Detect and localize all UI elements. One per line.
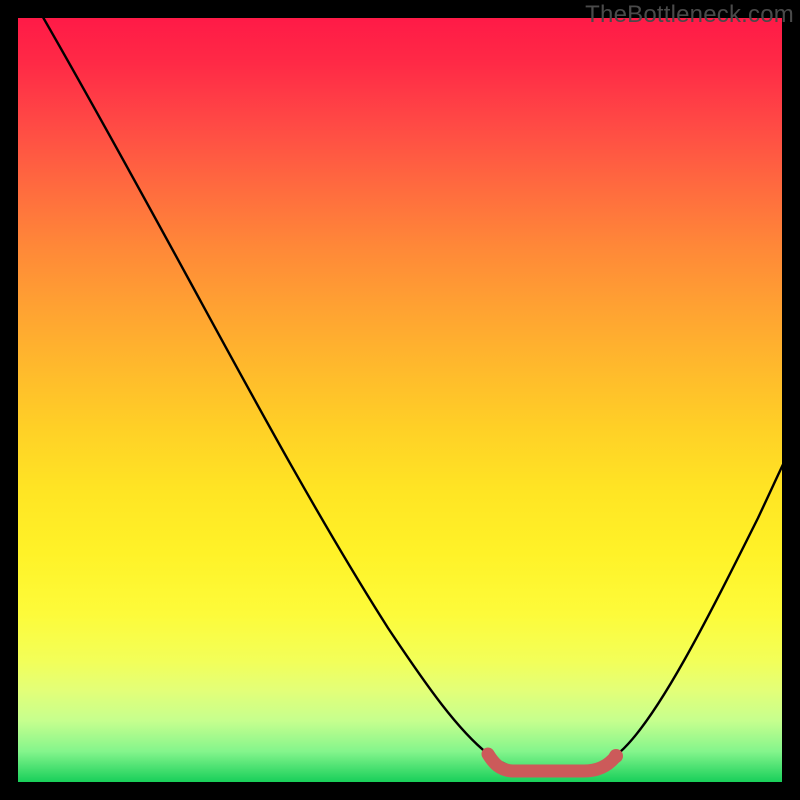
bottleneck-curve (40, 18, 782, 772)
chart-frame: TheBottleneck.com (0, 0, 800, 800)
plot-area (18, 18, 782, 782)
watermark-text: TheBottleneck.com (585, 1, 794, 29)
curve-layer (18, 18, 782, 782)
ideal-range-marker (488, 754, 616, 771)
ideal-end-dot (609, 749, 623, 763)
